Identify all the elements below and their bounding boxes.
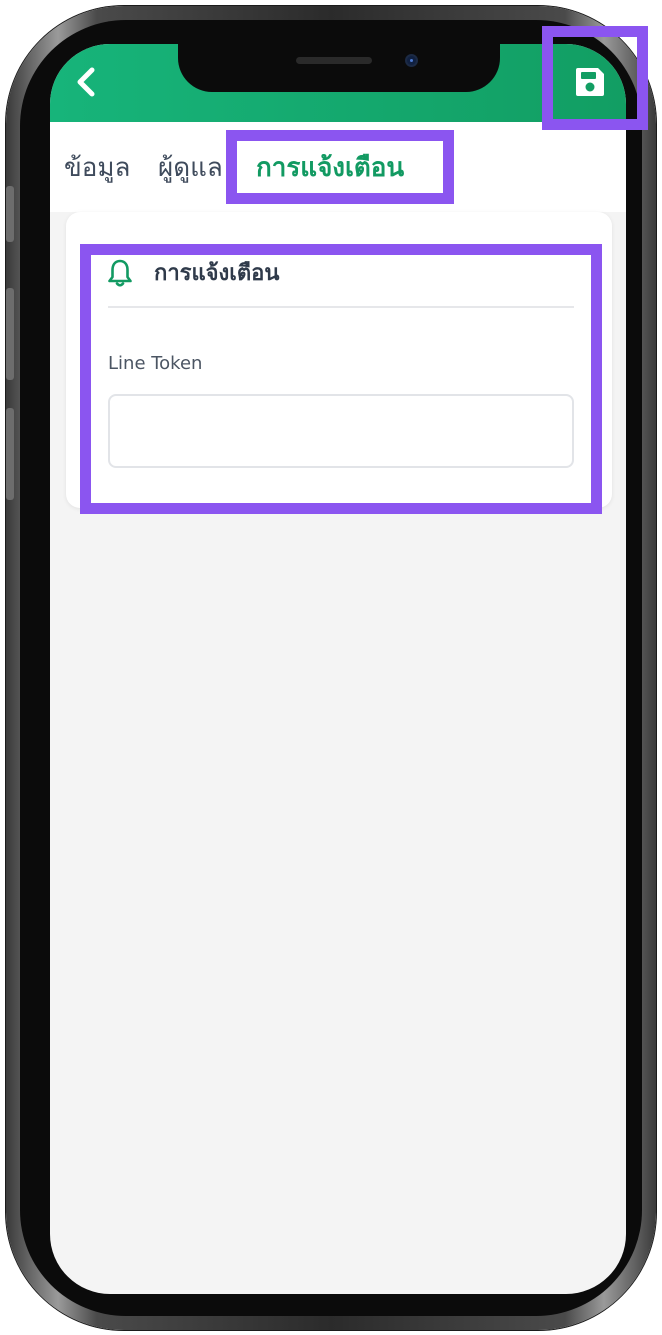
- highlight-save-button: [542, 26, 648, 130]
- phone-notch: [178, 44, 500, 92]
- highlight-notification-card: [80, 244, 602, 514]
- highlight-notifications-tab: [226, 130, 454, 204]
- app-screen: ข้อมูล ผู้ดูแล การแจ้งเตือน การแจ้งเตือน…: [50, 44, 626, 1294]
- tab-info[interactable]: ข้อมูล: [64, 148, 130, 188]
- speaker-grille: [296, 57, 372, 64]
- back-button[interactable]: [68, 62, 108, 102]
- chevron-left-icon: [77, 67, 95, 97]
- front-camera: [405, 54, 418, 67]
- phone-volume-down-button: [6, 408, 14, 500]
- phone-volume-up-button: [6, 288, 14, 380]
- phone-mute-switch: [6, 186, 14, 242]
